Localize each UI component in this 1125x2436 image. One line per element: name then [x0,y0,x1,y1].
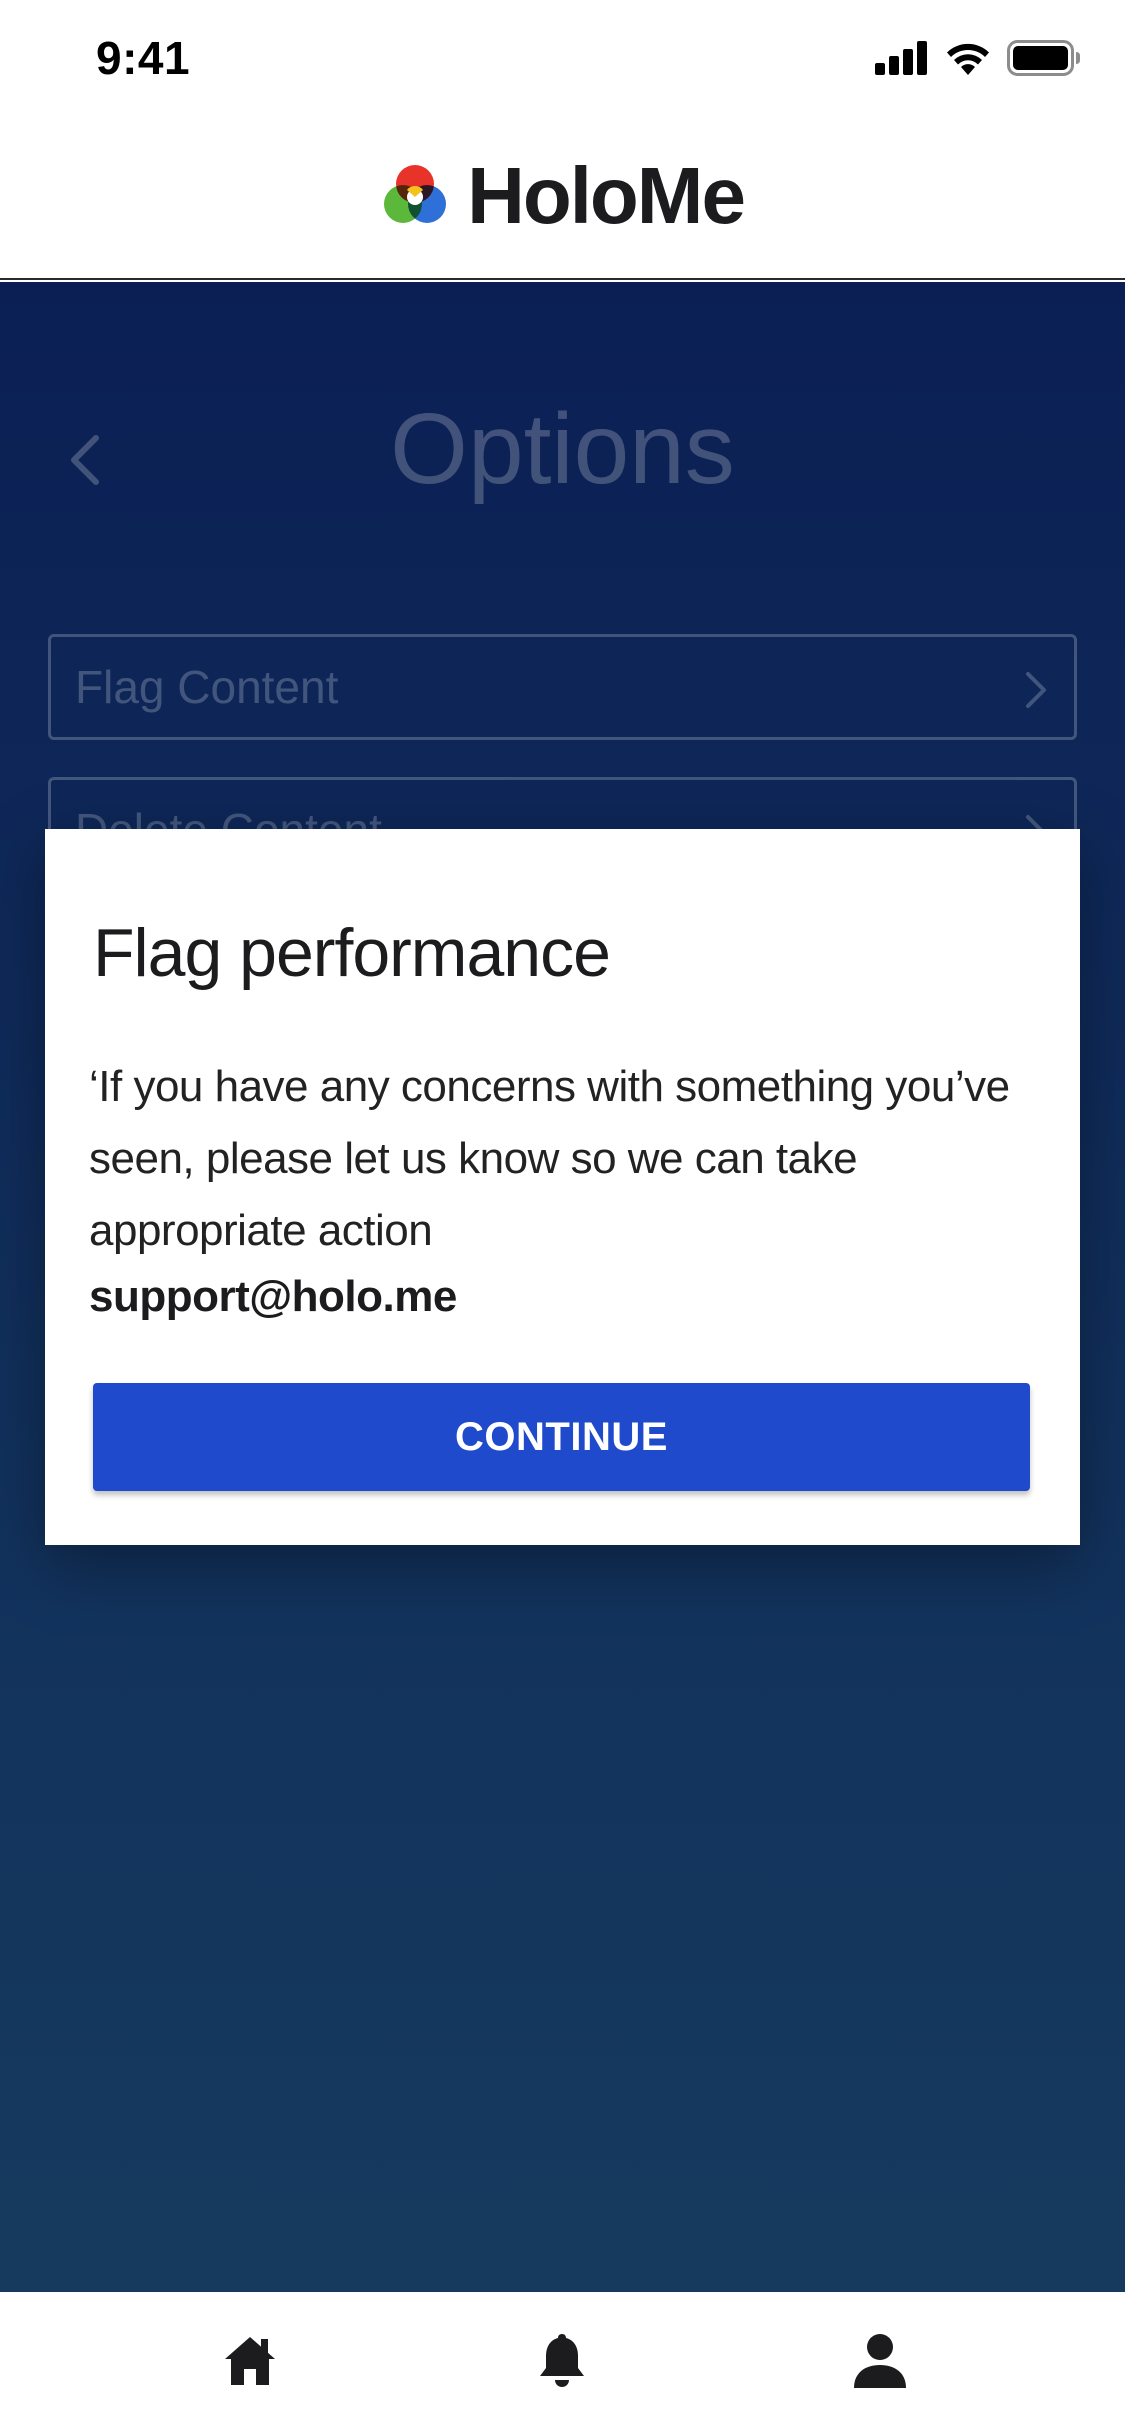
tab-notifications[interactable] [532,2332,592,2392]
brand[interactable]: HoloMe [0,140,1125,252]
dialog-title: Flag performance [93,915,611,991]
brand-name: HoloMe [467,151,746,240]
option-label: Flag Content [75,661,339,713]
holome-logo-icon [381,160,449,233]
continue-button[interactable]: CONTINUE [93,1383,1030,1491]
home-icon [223,2333,277,2392]
bell-icon [537,2332,587,2393]
wifi-icon [945,41,991,80]
tab-home[interactable] [220,2332,280,2392]
profile-icon [852,2332,908,2393]
tab-bar [0,2292,1125,2436]
status-icons [875,38,1081,82]
battery-icon [1007,39,1081,81]
page-title: Options [390,393,735,505]
chevron-right-icon [1024,670,1048,710]
option-flag-content[interactable]: Flag Content [48,634,1077,740]
tab-profile[interactable] [850,2332,910,2392]
status-time: 9:41 [96,32,191,84]
support-email[interactable]: support@holo.me [89,1269,457,1325]
cellular-signal-icon [875,40,929,80]
app-header: HoloMe [0,120,1125,280]
status-bar: 9:41 [0,0,1125,120]
dialog-message: ‘If you have any concerns with something… [89,1062,1010,1255]
flag-dialog: Flag performance ‘If you have any concer… [45,829,1080,1545]
